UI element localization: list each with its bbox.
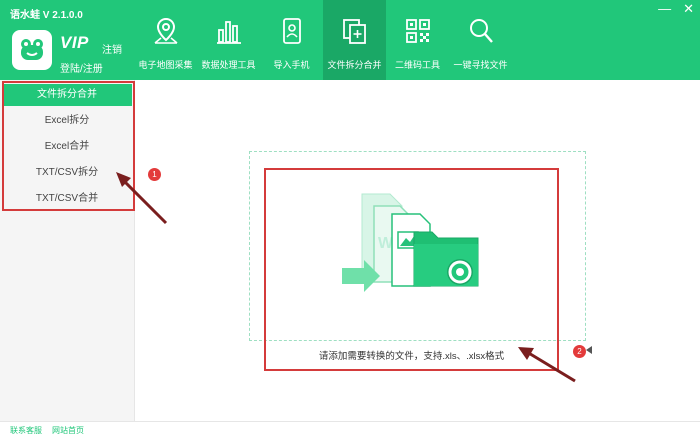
map-pin-icon [153, 17, 178, 44]
tool-label: 二维码工具 [394, 60, 440, 70]
tool-data-processing[interactable]: 数据处理工具 [197, 0, 260, 80]
add-file-illustration: W [342, 193, 479, 292]
app-title: 语水蛙 V 2.1.0.0 [10, 10, 83, 21]
bar-chart-icon [216, 21, 241, 44]
phone-contact-icon [282, 18, 301, 44]
tool-label: 文件拆分合并 [327, 60, 382, 70]
frog-logo-icon [21, 39, 43, 60]
search-icon [469, 19, 493, 43]
tool-import-phone[interactable]: 导入手机 [260, 0, 323, 80]
annotation-box-sidebar [2, 81, 135, 211]
tool-label: 数据处理工具 [201, 60, 256, 70]
logout-link[interactable]: 注销 [102, 41, 122, 56]
tool-qr-code[interactable]: 二维码工具 [386, 0, 449, 80]
window-controls: — ✕ [658, 2, 694, 16]
tool-label: 导入手机 [273, 60, 310, 70]
tool-label: 电子地图采集 [138, 60, 193, 70]
minimize-button[interactable]: — [658, 2, 671, 16]
contact-support-link[interactable]: 联系客服 [10, 425, 42, 436]
footer: 联系客服 网站首页 [0, 421, 700, 439]
qr-code-icon [405, 19, 430, 43]
annotation-badge-2: 2 [573, 345, 586, 358]
tool-find-file[interactable]: 一键寻找文件 [449, 0, 512, 80]
annotation-badge-1: 1 [148, 168, 161, 181]
close-button[interactable]: ✕ [683, 2, 694, 16]
tool-label: 一键寻找文件 [453, 60, 508, 70]
file-split-icon [342, 19, 366, 44]
app-header: 语水蛙 V 2.1.0.0 — ✕ VIP 注销 登陆/注册 电子地图采集 数据… [0, 0, 700, 80]
website-home-link[interactable]: 网站首页 [52, 425, 84, 436]
login-register-link[interactable]: 登陆/注册 [60, 60, 103, 75]
toolbar: 电子地图采集 数据处理工具 导入手机 文件拆分合并 二维码工具 一键寻找文件 [134, 0, 512, 80]
tool-file-split-merge[interactable]: 文件拆分合并 [323, 0, 386, 80]
vip-label: VIP [60, 33, 89, 52]
drop-hint-text: 请添加需要转换的文件，支持.xls、.xlsx格式 [318, 351, 505, 362]
tool-map-collect[interactable]: 电子地图采集 [134, 0, 197, 80]
app-logo [12, 30, 52, 70]
